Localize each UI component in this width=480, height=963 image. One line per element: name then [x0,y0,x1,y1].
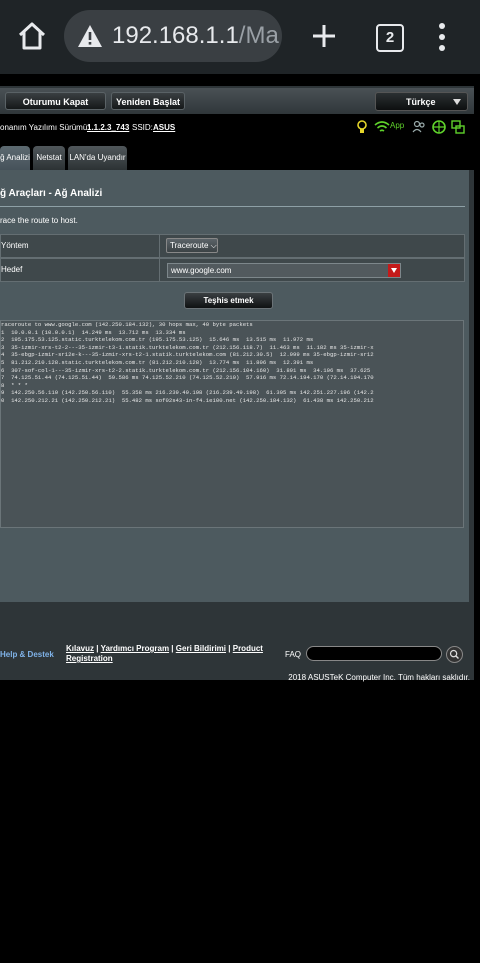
reboot-button[interactable]: Yeniden Başlat [111,92,185,110]
browser-toolbar: 192.168.1.1/Ma 2 [0,0,480,74]
output-line: 4 35-ebgp-izmir-sr12e-k---35-izmir-xrs-t… [1,351,374,359]
router-page: Oturumu Kapat Yeniden Başlat Türkçe onan… [0,74,480,963]
tab-wake-on-lan[interactable]: LAN'da Uyandır [68,146,127,170]
output-line: 8 * * * [1,381,28,389]
more-options-icon[interactable] [438,22,446,52]
footer: Help & Destek Kılavuz | Yardımcı Program… [0,642,474,668]
url-text: 192.168.1.1/Ma [112,22,279,49]
feedback-link[interactable]: Geri Bildirimi [176,644,226,653]
firmware-label: onanım Yazılımı Sürümü: [0,123,90,132]
page-title: ğ Araçları - Ağ Analizi [0,188,103,199]
new-tab-icon[interactable] [310,22,338,50]
dropdown-arrow-icon[interactable] [388,264,400,277]
home-icon[interactable] [14,18,50,54]
chevron-down-icon [453,99,461,105]
target-label: Hedef [1,259,160,281]
method-select[interactable]: Traceroute ⌵ [166,238,218,253]
warning-icon[interactable] [78,24,102,48]
output-line: 7 74.125.51.44 (74.125.51.44) 59.586 ms … [1,374,374,382]
app-label[interactable]: App [390,121,404,130]
method-row: Yöntem Traceroute ⌵ [0,234,465,258]
faq-search-input[interactable] [306,646,442,661]
copyright: 2018 ASUSTeK Computer Inc. Tüm hakları s… [288,673,470,682]
manual-link[interactable]: Kılavuz [66,644,94,653]
language-label: Türkçe [406,97,436,107]
language-select[interactable]: Türkçe [375,92,468,111]
tab-netstat[interactable]: Netstat [33,146,65,170]
output-line: 0 142.250.212.21 (142.250.212.21) 55.482… [1,396,374,404]
separator: | [171,644,174,653]
footer-links: Kılavuz | Yardımcı Program | Geri Bildir… [66,644,276,664]
logout-button[interactable]: Oturumu Kapat [5,92,106,110]
output-line: 3 35-izmir-xrs-t2-2---35-izmir-t3-1.stat… [1,343,374,351]
target-input[interactable]: www.google.com [167,263,401,278]
separator: | [228,644,231,653]
content-panel: ğ Araçları - Ağ Analizi race the route t… [0,170,469,602]
search-icon[interactable] [446,646,463,663]
network-map-icon[interactable] [451,120,465,134]
output-line: 5 81.212.210.128.static.turktelekom.com.… [1,358,314,366]
ssid-link[interactable]: ASUS [153,116,175,140]
tab-switcher-button[interactable]: 2 [376,24,404,52]
output-line: 2 195.175.53.125.static.turktelekom.com.… [1,336,314,344]
page-description: race the route to host. [0,216,78,225]
method-label: Yöntem [1,235,160,257]
utility-link[interactable]: Yardımcı Program [101,644,169,653]
bulb-icon[interactable] [356,120,368,134]
faq-label: FAQ [285,650,302,659]
target-row: Hedef www.google.com [0,258,465,282]
tab-network-analysis[interactable]: ğ Analizi [0,146,30,170]
address-bar[interactable]: 192.168.1.1/Ma [64,10,282,62]
internet-globe-icon[interactable] [432,120,446,134]
output-line: 9 142.250.56.110 (142.250.56.110) 55.358… [1,389,374,397]
ssid-label: SSID: [132,123,153,132]
wifi-icon[interactable] [374,120,390,134]
output-line: 1 10.0.0.1 (10.0.0.1) 14.249 ms 13.712 m… [1,328,186,336]
diagnose-button[interactable]: Teşhis etmek [184,292,273,309]
output-line: raceroute to www.google.com (142.250.184… [1,321,253,328]
output-line: 6 307-sof-col-1---35-izmir-xrs-t2-2.stat… [1,366,371,374]
help-support-label: Help & Destek [0,650,54,659]
divider [0,206,465,207]
users-icon[interactable] [412,120,426,134]
separator: | [96,644,99,653]
firmware-version-link[interactable]: 1.1.2.3_743 [87,116,129,140]
output-console[interactable]: raceroute to www.google.com (142.250.184… [0,320,464,528]
